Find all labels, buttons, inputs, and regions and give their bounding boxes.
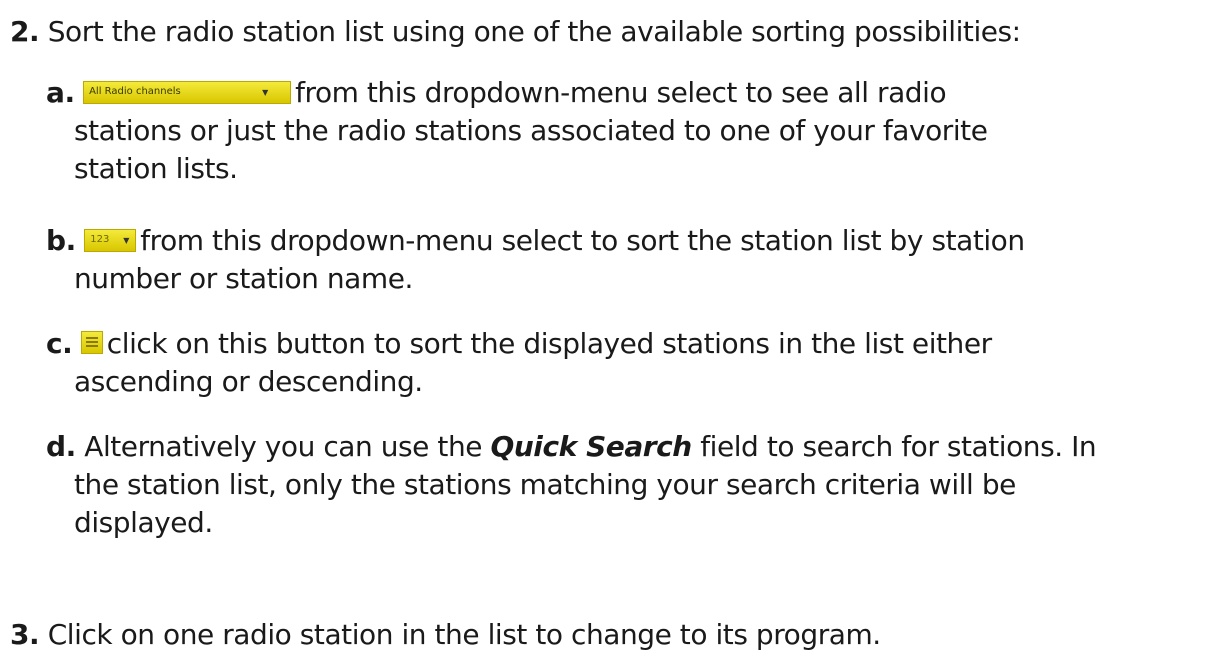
item-text: stations or just the radio stations asso… bbox=[74, 114, 988, 147]
item-text: ascending or descending. bbox=[74, 365, 423, 398]
item-text: Alternatively you can use the bbox=[84, 430, 483, 463]
dropdown-label: All Radio channels bbox=[89, 86, 181, 97]
item-text: displayed. bbox=[74, 506, 213, 539]
item-text: station lists. bbox=[74, 152, 238, 185]
sort-order-icon bbox=[80, 331, 103, 354]
item-text: field to search for stations. In bbox=[700, 430, 1097, 463]
sub-item-a: a. All Radio channels ▼ from this dropdo… bbox=[46, 74, 1196, 188]
item-text: from this dropdown-menu select to sort t… bbox=[140, 224, 1025, 257]
item-text: the station list, only the stations matc… bbox=[74, 468, 1016, 501]
sort-dropdown-image: 123 ▼ bbox=[84, 229, 137, 252]
step-number: 2. bbox=[10, 15, 40, 48]
step-number: 3. bbox=[10, 618, 40, 651]
channels-dropdown-image: All Radio channels ▼ bbox=[83, 81, 292, 104]
sub-item-b: b. 123 ▼ from this dropdown-menu select … bbox=[46, 222, 1196, 298]
chevron-down-icon: ▼ bbox=[123, 236, 130, 245]
step-3: 3. Click on one radio station in the lis… bbox=[10, 617, 881, 653]
item-letter: a. bbox=[46, 76, 75, 109]
item-letter: b. bbox=[46, 224, 76, 257]
quick-search-term: Quick Search bbox=[490, 430, 692, 463]
step-2: 2. Sort the radio station list using one… bbox=[10, 14, 1021, 50]
sub-item-d: d. Alternatively you can use the Quick S… bbox=[46, 428, 1196, 542]
instruction-document: 2. Sort the radio station list using one… bbox=[0, 0, 1205, 666]
step-text: Click on one radio station in the list t… bbox=[47, 618, 882, 651]
step-text: Sort the radio station list using one of… bbox=[47, 15, 1021, 48]
item-text: from this dropdown-menu select to see al… bbox=[295, 76, 947, 109]
item-text: click on this button to sort the display… bbox=[106, 327, 992, 360]
chevron-down-icon: ▼ bbox=[262, 88, 269, 97]
item-letter: d. bbox=[46, 430, 76, 463]
item-letter: c. bbox=[46, 327, 73, 360]
dropdown-label: 123 bbox=[90, 234, 110, 245]
item-text: number or station name. bbox=[74, 262, 413, 295]
sub-item-c: c. click on this button to sort the disp… bbox=[46, 325, 1196, 401]
